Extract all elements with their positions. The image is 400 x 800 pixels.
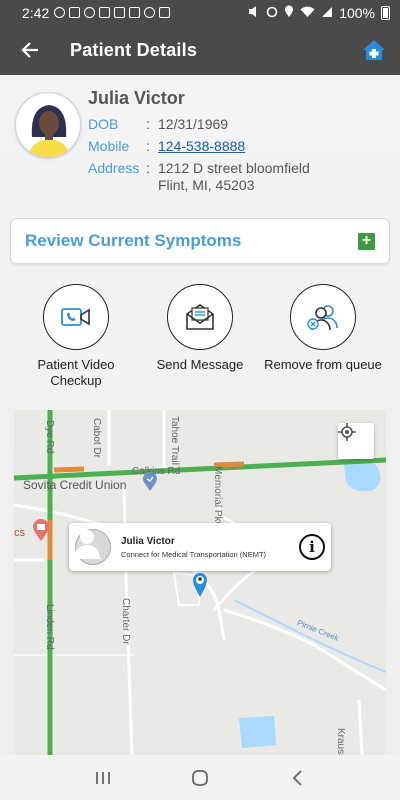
- home-medical-icon[interactable]: [360, 36, 388, 64]
- remove-from-queue-label: Remove from queue: [264, 357, 382, 372]
- video-checkup-label: Patient Video Checkup: [37, 357, 115, 388]
- street-label: Dye Rd: [44, 420, 55, 454]
- street-label: Tahoe Trail: [169, 416, 180, 465]
- signal-icon: [321, 5, 333, 21]
- gallery-icon: [129, 7, 141, 18]
- send-message-label: Send Message: [156, 357, 244, 372]
- status-bar: 2:42 100%: [0, 0, 400, 25]
- send-message-button[interactable]: Send Message: [140, 284, 260, 373]
- mobile-link[interactable]: 124-538-8888: [158, 138, 245, 154]
- address-label: Address: [88, 160, 140, 176]
- patient-marker-card[interactable]: Julia Victor Connect for Medical Transpo…: [69, 523, 331, 571]
- facebook-icon: [54, 7, 66, 18]
- alarm-icon: [266, 5, 278, 21]
- dob-colon: :: [146, 116, 150, 132]
- dob-value: 12/31/1969: [158, 116, 229, 132]
- street-label: Krauss: [335, 728, 346, 755]
- poi-fragment: cs: [14, 527, 25, 539]
- page-title: Patient Details: [70, 39, 198, 60]
- system-nav-bar: [0, 755, 400, 800]
- street-label: Charter Dr: [120, 598, 131, 645]
- mute-icon: [248, 5, 260, 21]
- instagram-icon: [99, 7, 111, 18]
- patient-avatar: [15, 92, 81, 158]
- back-chevron-icon[interactable]: [277, 758, 317, 798]
- street-label: Linden Rd: [44, 604, 55, 650]
- notification-icons: [54, 7, 171, 18]
- mobile-label: Mobile: [88, 138, 130, 154]
- envelope-icon: [167, 284, 233, 350]
- dob-row: DOB : 12/31/1969: [88, 116, 228, 132]
- chat-icon: [144, 7, 156, 18]
- dob-label: DOB: [88, 116, 119, 132]
- email-icon: [84, 7, 96, 18]
- mobile-colon: :: [146, 138, 150, 154]
- review-symptoms-card[interactable]: Review Current Symptoms +: [10, 218, 390, 264]
- review-symptoms-label: Review Current Symptoms: [25, 231, 242, 250]
- address-line1: 1212 D street bloomfield: [158, 160, 310, 176]
- remove-from-queue-button[interactable]: Remove from queue: [263, 284, 383, 373]
- photo-icon: [69, 7, 81, 18]
- back-arrow-icon[interactable]: [10, 30, 50, 70]
- map-view[interactable]: Cabot Dr Tahoe Trail Calkins Rd Memorial…: [14, 410, 386, 755]
- home-circle-icon[interactable]: [180, 758, 220, 798]
- wifi-icon: [300, 5, 315, 21]
- message-icon: [114, 7, 126, 18]
- marker-avatar: [74, 529, 111, 565]
- add-icon[interactable]: +: [358, 232, 375, 250]
- address-colon: :: [146, 160, 150, 176]
- close-box-icon: [159, 7, 171, 18]
- address-row: Address : 1212 D street bloomfield Flint…: [88, 160, 310, 194]
- video-call-icon: [43, 284, 109, 350]
- marker-name: Julia Victor: [121, 535, 175, 547]
- recents-icon[interactable]: [83, 758, 123, 798]
- battery-icon: [381, 5, 390, 20]
- marker-subtitle: Connect for Medical Transportation (NEMT…: [121, 549, 267, 559]
- street-label: Cabot Dr: [91, 418, 102, 459]
- my-location-icon[interactable]: [338, 423, 374, 459]
- location-icon: [284, 5, 294, 21]
- battery-percent: 100%: [339, 4, 375, 21]
- address-line2: Flint, MI, 45203: [158, 177, 255, 193]
- remove-user-icon: [290, 284, 356, 350]
- patient-name: Julia Victor: [88, 88, 185, 108]
- info-icon[interactable]: i: [299, 534, 325, 560]
- status-time: 2:42: [22, 4, 50, 21]
- address-value: 1212 D street bloomfield Flint, MI, 4520…: [158, 160, 310, 194]
- video-checkup-button[interactable]: Patient Video Checkup: [16, 284, 136, 389]
- mobile-row: Mobile : 124-538-8888: [88, 138, 245, 154]
- app-bar: Patient Details: [0, 25, 400, 75]
- poi-label: Sovita Credit Union: [23, 478, 127, 492]
